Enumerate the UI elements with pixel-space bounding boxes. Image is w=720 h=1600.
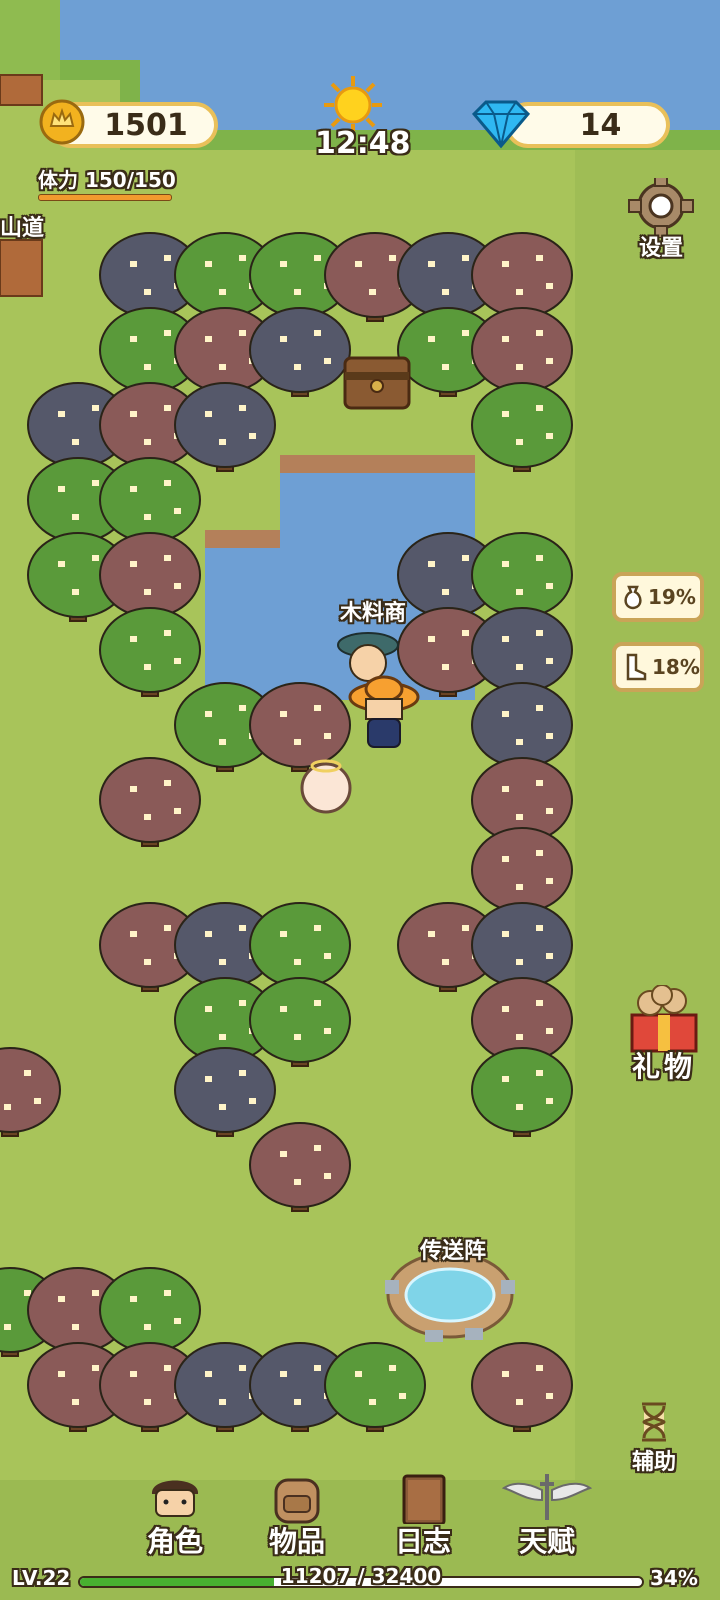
- game-map[interactable]: [0, 0, 720, 1600]
- character-icon: [151, 1480, 199, 1517]
- stamina-label: 体力: [38, 168, 78, 192]
- portal-name-label[interactable]: 传送阵: [420, 1233, 486, 1265]
- bridge-left-top: [0, 74, 43, 106]
- buff-speed[interactable]: 18%: [612, 642, 704, 692]
- gem-value: 14: [579, 107, 622, 143]
- boot-icon: [626, 653, 647, 681]
- diamond-icon: [471, 100, 531, 149]
- nav-log-label: 日志: [394, 1525, 451, 1558]
- money-bag-icon: [624, 585, 642, 610]
- coin-icon: [39, 99, 85, 145]
- gift-label: 礼物: [631, 1050, 696, 1083]
- nav-items-label: 物品: [268, 1525, 325, 1558]
- gift-button[interactable]: 礼物: [624, 984, 704, 1085]
- settings-label: 设置: [638, 236, 683, 261]
- nav-role-button[interactable]: 角色: [130, 1470, 220, 1560]
- level-progress: LV.22 11207 / 32400 34%: [0, 1560, 720, 1600]
- stamina-text: 体力 150/150: [38, 164, 176, 193]
- nav-items-button[interactable]: 物品: [252, 1470, 342, 1560]
- buff-money-value: 19%: [648, 585, 696, 609]
- bridge-left-mid: [0, 239, 43, 297]
- settings-button[interactable]: 设置: [624, 173, 698, 264]
- level-label: LV.22: [12, 1566, 71, 1590]
- buff-money[interactable]: 19%: [612, 572, 704, 622]
- nav-talent-button[interactable]: 天赋: [501, 1470, 593, 1560]
- stamina-value: 150/150: [84, 168, 176, 192]
- winged-sword-icon: [501, 1474, 593, 1520]
- xp-text: 11207 / 32400: [280, 1564, 442, 1588]
- gear-icon: [628, 173, 694, 239]
- nav-log-button[interactable]: 日志: [378, 1470, 468, 1560]
- treasure-chest: [343, 356, 411, 410]
- xp-percent: 34%: [650, 1566, 698, 1590]
- backpack-icon: [274, 1478, 320, 1524]
- npc-name-label[interactable]: 木料商: [340, 595, 406, 627]
- hourglass-icon: [642, 1402, 666, 1442]
- nav-role-label: 角色: [146, 1525, 203, 1558]
- stamina-bar: [38, 194, 172, 201]
- road-label[interactable]: 山道: [0, 210, 44, 242]
- assist-label: 辅助: [631, 1450, 676, 1475]
- game-clock: 12:48: [315, 126, 411, 161]
- journal-icon: [402, 1474, 446, 1526]
- nav-talent-label: 天赋: [518, 1525, 575, 1558]
- coin-value: 1501: [104, 107, 188, 143]
- buff-speed-value: 18%: [652, 655, 700, 679]
- assist-button[interactable]: 辅助: [622, 1400, 686, 1478]
